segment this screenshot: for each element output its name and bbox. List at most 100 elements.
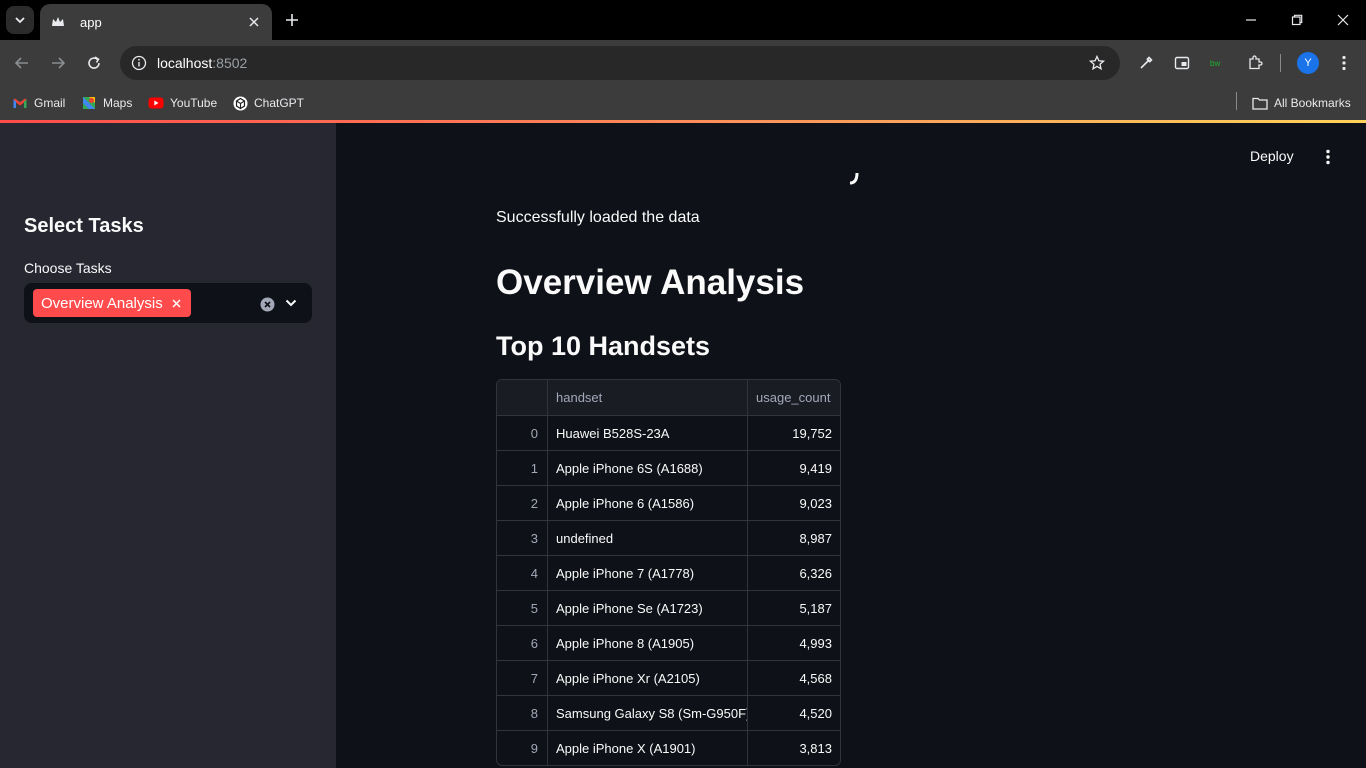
chevron-down-icon <box>15 17 25 24</box>
sidebar: Select Tasks Choose Tasks Overview Analy… <box>0 123 336 768</box>
chip-remove-icon[interactable] <box>171 297 183 309</box>
new-tab-button[interactable] <box>282 10 302 30</box>
tab-strip: app <box>0 0 1366 40</box>
reload-button[interactable] <box>82 51 106 75</box>
toolbar-separator <box>1280 54 1281 72</box>
deploy-button[interactable]: Deploy <box>1250 148 1294 164</box>
table-header-usage-count[interactable]: usage_count <box>748 380 840 415</box>
table-cell-usage-count[interactable]: 6,326 <box>748 556 840 590</box>
table-cell-usage-count[interactable]: 19,752 <box>748 416 840 450</box>
extensions-puzzle-icon[interactable] <box>1244 52 1266 74</box>
handsets-table[interactable]: handset usage_count 0 Huawei B528S-23A 19,… <box>496 379 841 766</box>
table-cell-index[interactable]: 6 <box>497 626 548 660</box>
sidebar-title: Select Tasks <box>24 215 144 237</box>
eyedropper-icon[interactable] <box>1135 52 1157 74</box>
section-title: Overview Analysis <box>496 263 805 302</box>
table-row[interactable]: 8 Samsung Galaxy S8 (Sm-G950F) 4,520 <box>497 695 840 730</box>
youtube-icon <box>148 95 164 111</box>
restore-icon <box>1291 14 1303 26</box>
table-cell-handset[interactable]: Samsung Galaxy S8 (Sm-G950F) <box>548 696 748 730</box>
table-cell-index[interactable]: 5 <box>497 591 548 625</box>
arrow-right-icon <box>52 57 66 69</box>
table-header-handset[interactable]: handset <box>548 380 748 415</box>
arrow-left-icon <box>14 57 28 69</box>
table-row[interactable]: 0 Huawei B528S-23A 19,752 <box>497 415 840 450</box>
status-message: Successfully loaded the data <box>496 209 700 226</box>
clear-all-icon[interactable] <box>259 296 275 312</box>
table-cell-usage-count[interactable]: 3,813 <box>748 731 840 765</box>
all-bookmarks[interactable]: All Bookmarks <box>1252 94 1351 112</box>
table-row[interactable]: 9 Apple iPhone X (A1901) 3,813 <box>497 730 840 765</box>
bookmark-youtube[interactable]: YouTube <box>148 94 217 112</box>
tab-close-icon[interactable] <box>244 12 264 32</box>
chip-label: Overview Analysis <box>41 294 163 312</box>
bookmark-gmail[interactable]: Gmail <box>12 94 65 112</box>
table-cell-index[interactable]: 0 <box>497 416 548 450</box>
table-cell-handset[interactable]: Apple iPhone 7 (A1778) <box>548 556 748 590</box>
profile-avatar[interactable]: Y <box>1297 52 1319 74</box>
minimize-button[interactable] <box>1239 8 1263 32</box>
table-row[interactable]: 5 Apple iPhone Se (A1723) 5,187 <box>497 590 840 625</box>
url-port: :8502 <box>212 55 248 71</box>
table-row[interactable]: 2 Apple iPhone 6 (A1586) 9,023 <box>497 485 840 520</box>
table-cell-handset[interactable]: undefined <box>548 521 748 555</box>
browser-menu-icon[interactable] <box>1333 52 1355 74</box>
table-cell-usage-count[interactable]: 4,520 <box>748 696 840 730</box>
bookmark-maps[interactable]: Maps <box>81 94 132 112</box>
main-content: Deploy Successfully loaded the data Over… <box>336 123 1366 768</box>
table-cell-usage-count[interactable]: 9,023 <box>748 486 840 520</box>
table-cell-usage-count[interactable]: 4,568 <box>748 661 840 695</box>
chatgpt-icon <box>232 95 248 111</box>
tab-title: app <box>80 14 102 30</box>
svg-text:bw: bw <box>1210 59 1220 68</box>
close-icon <box>1337 14 1349 26</box>
all-bookmarks-label: All Bookmarks <box>1274 96 1351 110</box>
table-cell-usage-count[interactable]: 4,993 <box>748 626 840 660</box>
table-header-row: handset usage_count <box>497 380 840 415</box>
table-cell-handset[interactable]: Apple iPhone 6 (A1586) <box>548 486 748 520</box>
table-row[interactable]: 3 undefined 8,987 <box>497 520 840 555</box>
table-cell-handset[interactable]: Huawei B528S-23A <box>548 416 748 450</box>
table-cell-index[interactable]: 8 <box>497 696 548 730</box>
maps-icon <box>81 95 97 111</box>
gmail-icon <box>12 95 28 111</box>
chevron-down-icon[interactable] <box>283 295 299 311</box>
close-window-button[interactable] <box>1331 8 1355 32</box>
table-row[interactable]: 1 Apple iPhone 6S (A1688) 9,419 <box>497 450 840 485</box>
bookmark-label: YouTube <box>170 96 218 110</box>
bookmark-chatgpt[interactable]: ChatGPT <box>232 94 304 112</box>
main-menu-icon[interactable] <box>1318 147 1338 167</box>
extension-bw-icon[interactable]: bw <box>1207 52 1229 74</box>
restore-button[interactable] <box>1285 8 1309 32</box>
tab-search-button[interactable] <box>6 6 34 34</box>
forward-button[interactable] <box>46 51 70 75</box>
multiselect-label: Choose Tasks <box>24 260 112 276</box>
tasks-multiselect[interactable]: Overview Analysis <box>24 283 312 323</box>
table-cell-index[interactable]: 1 <box>497 451 548 485</box>
table-cell-handset[interactable]: Apple iPhone 8 (A1905) <box>548 626 748 660</box>
table-cell-usage-count[interactable]: 5,187 <box>748 591 840 625</box>
table-cell-handset[interactable]: Apple iPhone Se (A1723) <box>548 591 748 625</box>
table-cell-index[interactable]: 3 <box>497 521 548 555</box>
table-cell-usage-count[interactable]: 9,419 <box>748 451 840 485</box>
table-cell-usage-count[interactable]: 8,987 <box>748 521 840 555</box>
table-cell-index[interactable]: 2 <box>497 486 548 520</box>
back-button[interactable] <box>10 51 34 75</box>
table-row[interactable]: 4 Apple iPhone 7 (A1778) 6,326 <box>497 555 840 590</box>
table-cell-handset[interactable]: Apple iPhone 6S (A1688) <box>548 451 748 485</box>
table-cell-index[interactable]: 9 <box>497 731 548 765</box>
address-bar[interactable]: localhost:8502 <box>120 46 1120 80</box>
table-row[interactable]: 7 Apple iPhone Xr (A2105) 4,568 <box>497 660 840 695</box>
table-cell-handset[interactable]: Apple iPhone X (A1901) <box>548 731 748 765</box>
browser-tab[interactable]: app <box>40 4 272 40</box>
clipped-title-fragment <box>849 173 859 185</box>
minimize-icon <box>1246 19 1256 21</box>
picture-in-picture-icon[interactable] <box>1171 52 1193 74</box>
bookmark-star-icon[interactable] <box>1088 54 1106 72</box>
table-cell-index[interactable]: 7 <box>497 661 548 695</box>
table-cell-index[interactable]: 4 <box>497 556 548 590</box>
site-info-icon[interactable] <box>130 54 148 72</box>
subsection-title: Top 10 Handsets <box>496 331 711 361</box>
table-cell-handset[interactable]: Apple iPhone Xr (A2105) <box>548 661 748 695</box>
table-row[interactable]: 6 Apple iPhone 8 (A1905) 4,993 <box>497 625 840 660</box>
